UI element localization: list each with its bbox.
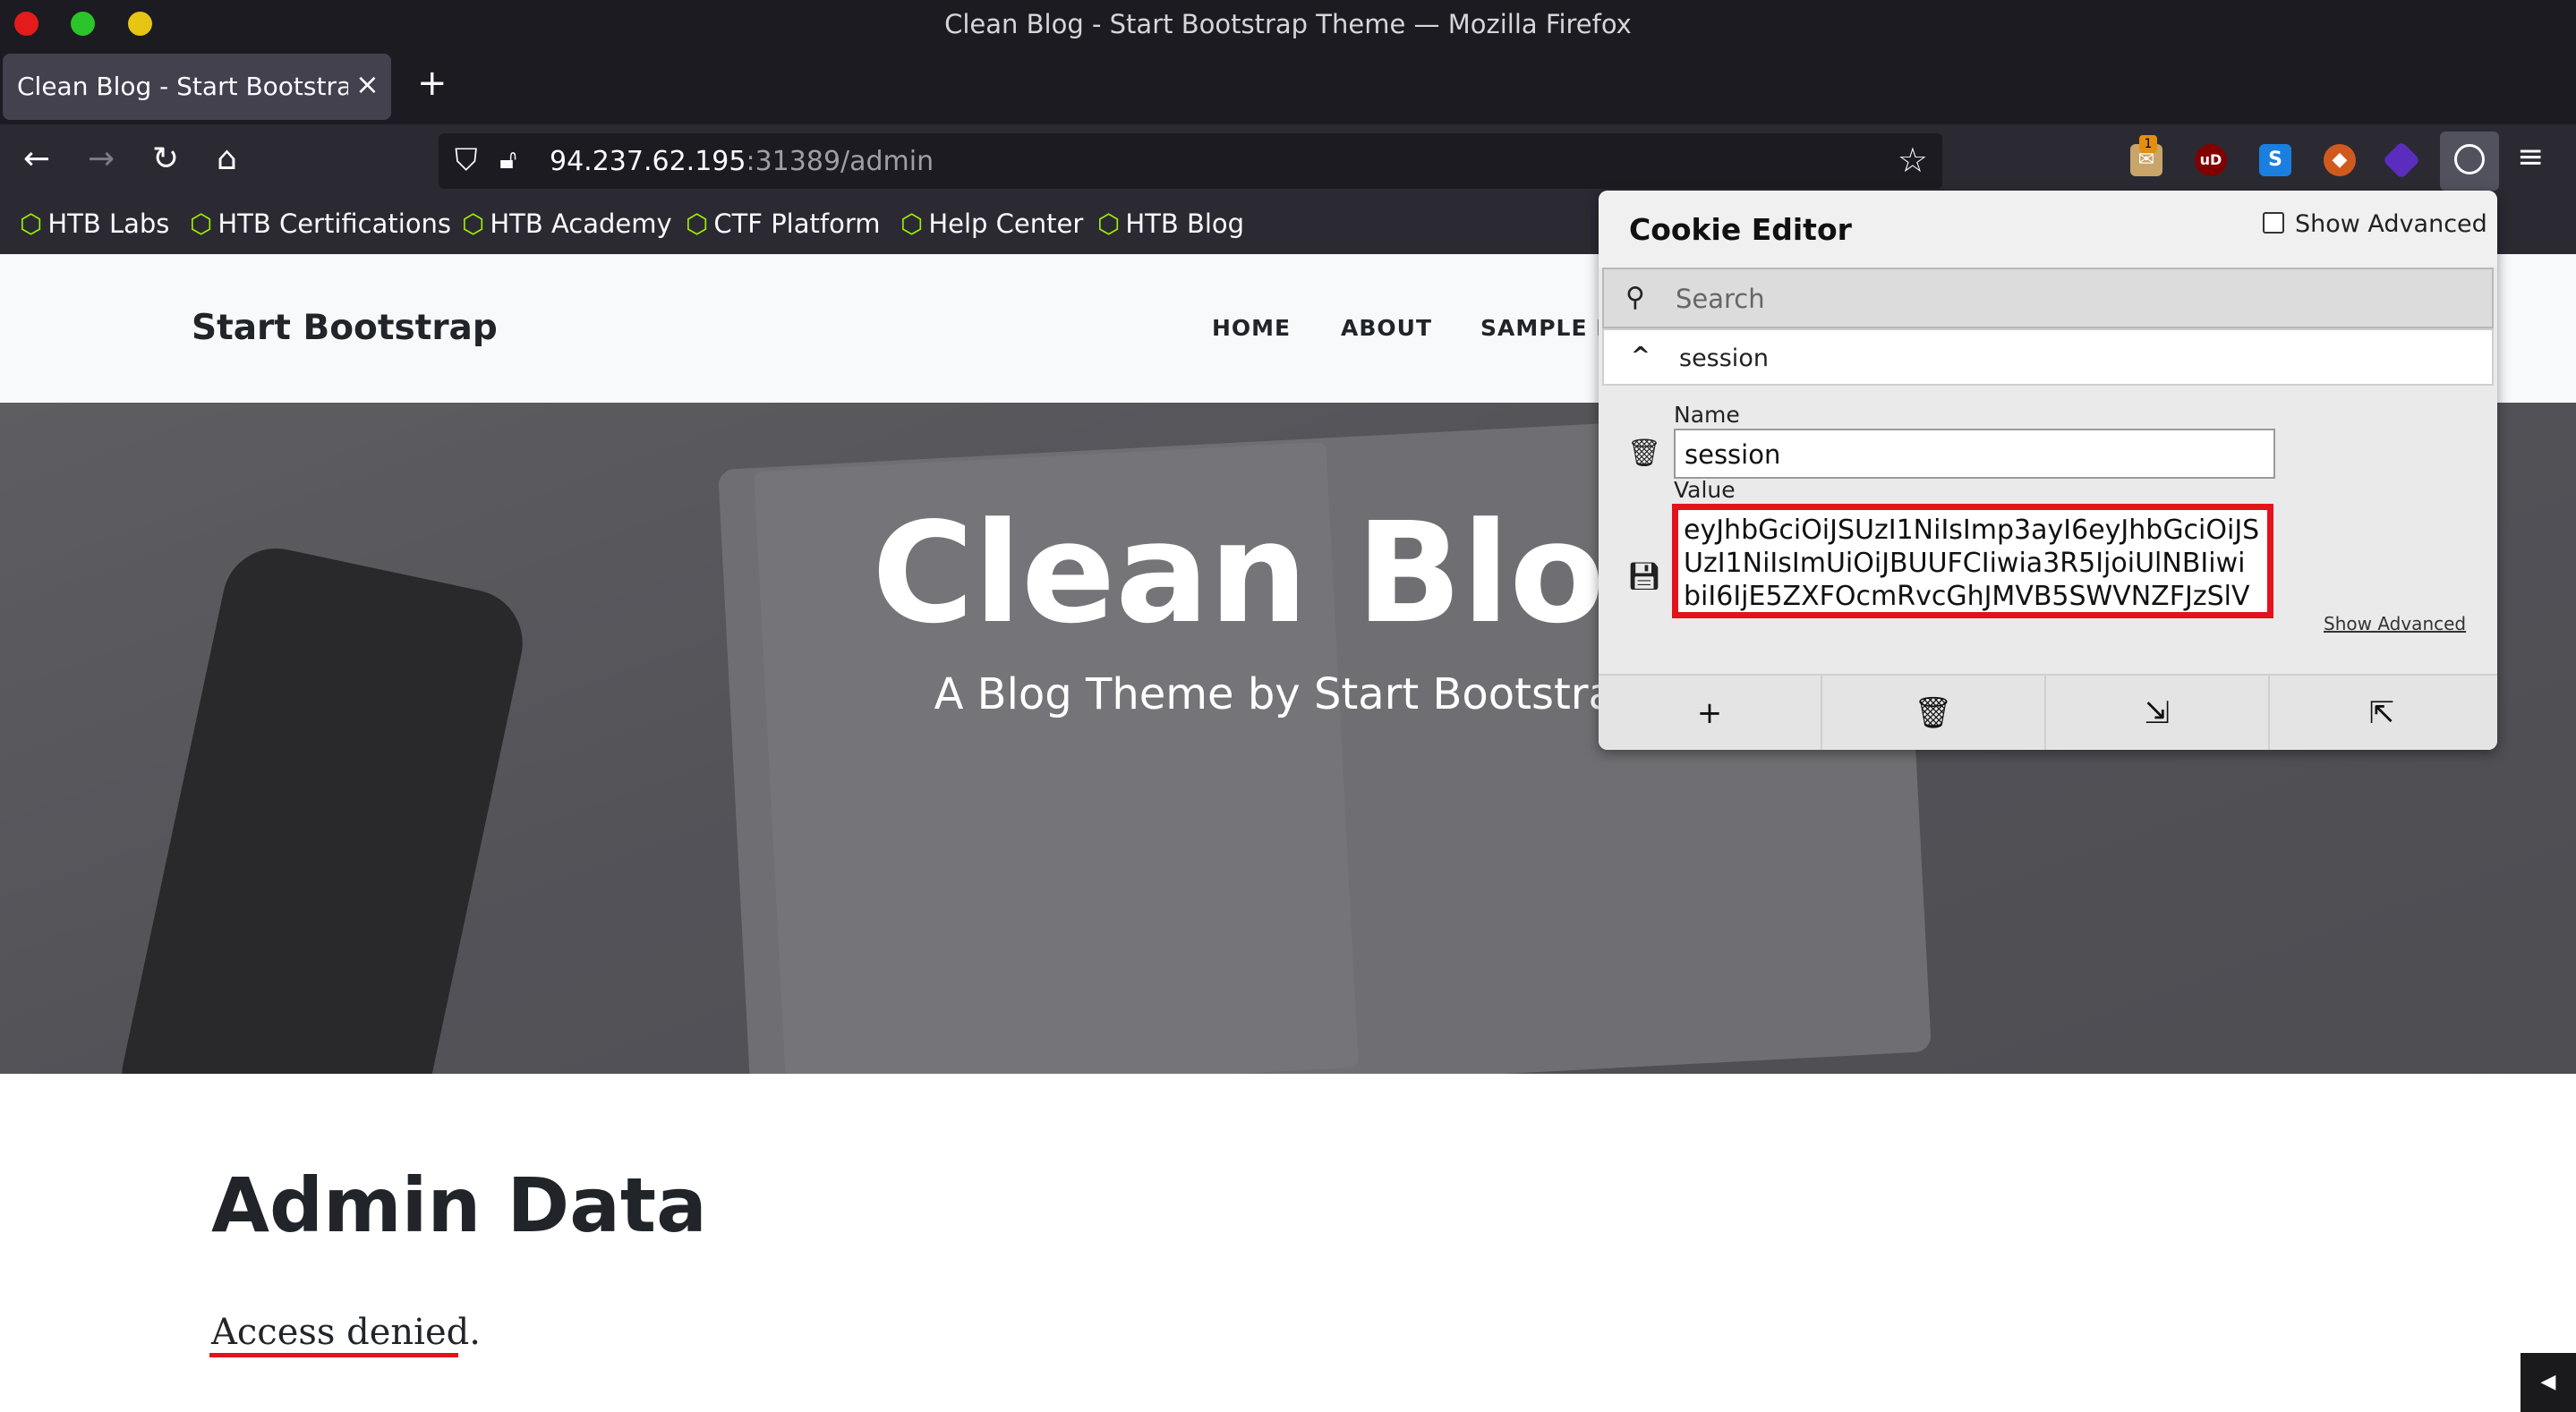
chevron-up-icon[interactable]: ^ [1631,343,1651,370]
delete-all-button[interactable]: 🗑︎ [1822,676,2046,750]
site-brand[interactable]: Start Bootstrap [192,308,498,348]
htb-cube-icon: ⬡ [20,208,43,239]
bookmark-htb-blog[interactable]: ⬡ HTB Blog [1097,208,1244,239]
name-label: Name [1674,402,1740,428]
url-host: 94.237.62.195 [550,146,746,177]
forward-icon[interactable]: → [88,140,115,177]
cookie-search-input[interactable]: ⚲ Search [1602,268,2494,328]
cookie-value-field[interactable]: eyJhbGciOiJSUzI1NiIsImp3ayI6eyJhbGciOiJS… [1672,504,2273,618]
htb-cube-icon: ⬡ [190,208,213,239]
tab-title: Clean Blog - Start Bootstrap [17,72,348,101]
nav-link-about[interactable]: ABOUT [1341,315,1432,341]
nav-toolbar: ← → ↻ ⌂ ⛉ 🔓︎ 94.237.62.195:31389/admin ☆… [0,124,2576,198]
search-icon: ⚲ [1625,282,1645,313]
extension-wappalyzer-icon[interactable]: ◆ [2324,144,2356,176]
bookmark-htb-labs[interactable]: ⬡ HTB Labs [20,208,169,239]
nav-link-home[interactable]: HOME [1212,315,1291,341]
app-menu-icon[interactable]: ≡ [2517,139,2544,175]
htb-cube-icon: ⬡ [900,208,924,239]
bookmark-star-icon[interactable]: ☆ [1898,140,1928,180]
tracking-protection-icon[interactable]: ⛉ [455,142,478,178]
extension-purple-icon[interactable] [2382,140,2421,180]
extension-ublock-icon[interactable]: uD [2195,144,2227,176]
home-icon[interactable]: ⌂ [217,140,237,177]
bookmark-ctf-platform[interactable]: ⬡ CTF Platform [686,208,881,239]
htb-cube-icon: ⬡ [462,208,485,239]
nav-link-sample-post[interactable]: SAMPLE P [1480,315,1614,341]
save-cookie-icon[interactable]: 💾︎ [1627,561,1661,592]
admin-data-heading: Admin Data [211,1161,707,1249]
show-advanced-checkbox[interactable] [2263,212,2284,234]
back-icon[interactable]: ← [23,140,50,177]
screen: Clean Blog - Start Bootstrap Theme — Moz… [0,0,2576,1412]
new-tab-button[interactable]: + [417,63,448,104]
cookie-editor-title: Cookie Editor [1629,212,1852,247]
insecure-lock-icon[interactable]: 🔓︎ [499,144,516,175]
reload-icon[interactable]: ↻ [152,140,179,177]
import-cookies-button[interactable]: ⇲ [2046,676,2270,750]
cookie-editor-popup: Cookie Editor Show Advanced ⚲ Search ^ s… [1599,191,2497,750]
cookie-name-field[interactable]: session [1674,429,2275,479]
bookmark-htb-academy[interactable]: ⬡ HTB Academy [462,208,672,239]
cookie-editor-footer: + 🗑︎ ⇲ ⇱ [1599,674,2497,750]
show-advanced-link[interactable]: Show Advanced [2324,613,2466,634]
extension-badge: 1 [2139,135,2157,153]
bookmark-help-center[interactable]: ⬡ Help Center [900,208,1083,239]
tab-active[interactable]: Clean Blog - Start Bootstrap × [3,54,391,120]
bookmark-htb-certifications[interactable]: ⬡ HTB Certifications [190,208,451,239]
cookie-item-session[interactable]: ^ session [1602,328,2494,386]
url-bar[interactable]: ⛉ 🔓︎ 94.237.62.195:31389/admin ☆ [439,133,1942,189]
tab-strip: Clean Blog - Start Bootstrap × + [0,49,2576,124]
show-advanced-label[interactable]: Show Advanced [2295,210,2487,238]
cookie-icon [2454,144,2485,174]
sidebar-toggle-icon[interactable]: ◀ [2521,1353,2576,1412]
access-denied-text: Access denied. [211,1312,481,1353]
export-cookies-button[interactable]: ⇱ [2270,676,2494,750]
highlight-underline [209,1353,458,1357]
delete-cookie-icon[interactable]: 🗑︎ [1627,438,1661,469]
cookie-editor-header: Cookie Editor Show Advanced [1599,191,2497,268]
cookie-item-name: session [1679,344,1769,372]
url-path: :31389/admin [746,146,934,177]
search-placeholder: Search [1676,284,1765,314]
url-text[interactable]: 94.237.62.195:31389/admin [550,146,934,177]
add-cookie-button[interactable]: + [1599,676,1822,750]
htb-cube-icon: ⬡ [1097,208,1121,239]
window-title: Clean Blog - Start Bootstrap Theme — Moz… [944,9,1632,39]
extension-cookie-editor-button[interactable] [2440,132,2499,191]
window-titlebar: Clean Blog - Start Bootstrap Theme — Moz… [0,0,2576,49]
value-label: Value [1674,477,1736,503]
htb-cube-icon: ⬡ [686,208,709,239]
tab-close-icon[interactable]: × [355,67,380,101]
extension-s-icon[interactable]: S [2259,144,2291,176]
